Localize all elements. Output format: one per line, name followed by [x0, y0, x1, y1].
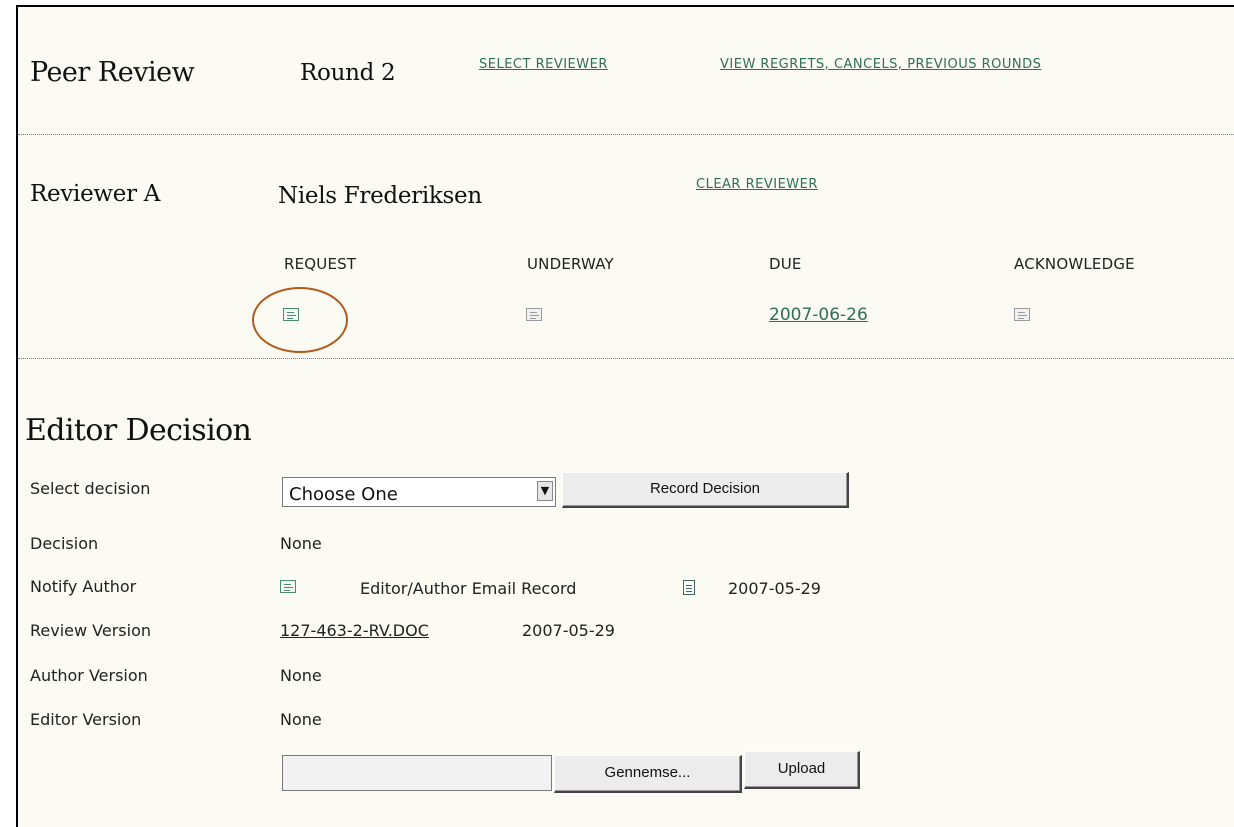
review-version-file-link[interactable]: 127-463-2-RV.DOC [280, 621, 429, 640]
highlight-circle [252, 287, 348, 353]
chevron-down-icon[interactable]: ▼ [537, 481, 553, 501]
peer-review-title: Peer Review [30, 57, 195, 88]
email-record-date: 2007-05-29 [728, 579, 821, 598]
decision-label: Decision [30, 534, 99, 553]
reviewer-label: Reviewer A [30, 181, 161, 207]
column-header-acknowledge: ACKNOWLEDGE [1014, 255, 1135, 273]
select-reviewer-link[interactable]: SELECT REVIEWER [479, 57, 608, 72]
due-date-link[interactable]: 2007-06-26 [769, 305, 868, 325]
round-label: Round 2 [300, 60, 396, 86]
view-regrets-link[interactable]: VIEW REGRETS, CANCELS, PREVIOUS ROUNDS [720, 57, 1041, 72]
document-icon[interactable] [683, 580, 695, 595]
clear-reviewer-link[interactable]: CLEAR REVIEWER [696, 177, 818, 192]
file-path-input[interactable] [282, 755, 552, 791]
review-version-label: Review Version [30, 621, 152, 640]
decision-value: None [280, 534, 322, 553]
notify-author-mail-icon[interactable] [280, 580, 296, 593]
email-record-text: Editor/Author Email Record [360, 579, 577, 598]
upload-button[interactable]: Upload [744, 751, 860, 789]
review-panel: Peer Review Round 2 SELECT REVIEWER VIEW… [16, 5, 1234, 827]
decision-select[interactable]: Choose One ▼ [282, 477, 556, 507]
record-decision-button[interactable]: Record Decision [562, 472, 849, 508]
author-version-label: Author Version [30, 666, 148, 685]
browse-button[interactable]: Gennemse... [554, 755, 742, 793]
column-header-request: REQUEST [284, 255, 357, 273]
underway-mail-icon [526, 308, 542, 321]
divider [18, 358, 1234, 359]
decision-select-value: Choose One [289, 484, 398, 505]
author-version-value: None [280, 666, 322, 685]
review-version-date: 2007-05-29 [522, 621, 615, 640]
notify-author-label: Notify Author [30, 577, 137, 596]
editor-version-label: Editor Version [30, 710, 142, 729]
column-header-underway: UNDERWAY [527, 255, 614, 273]
editor-decision-title: Editor Decision [25, 413, 252, 448]
select-decision-label: Select decision [30, 479, 151, 498]
reviewer-name: Niels Frederiksen [278, 183, 482, 209]
divider [18, 134, 1234, 135]
column-header-due: DUE [769, 255, 802, 273]
acknowledge-mail-icon [1014, 308, 1030, 321]
editor-version-value: None [280, 710, 322, 729]
request-mail-icon[interactable] [283, 308, 299, 321]
